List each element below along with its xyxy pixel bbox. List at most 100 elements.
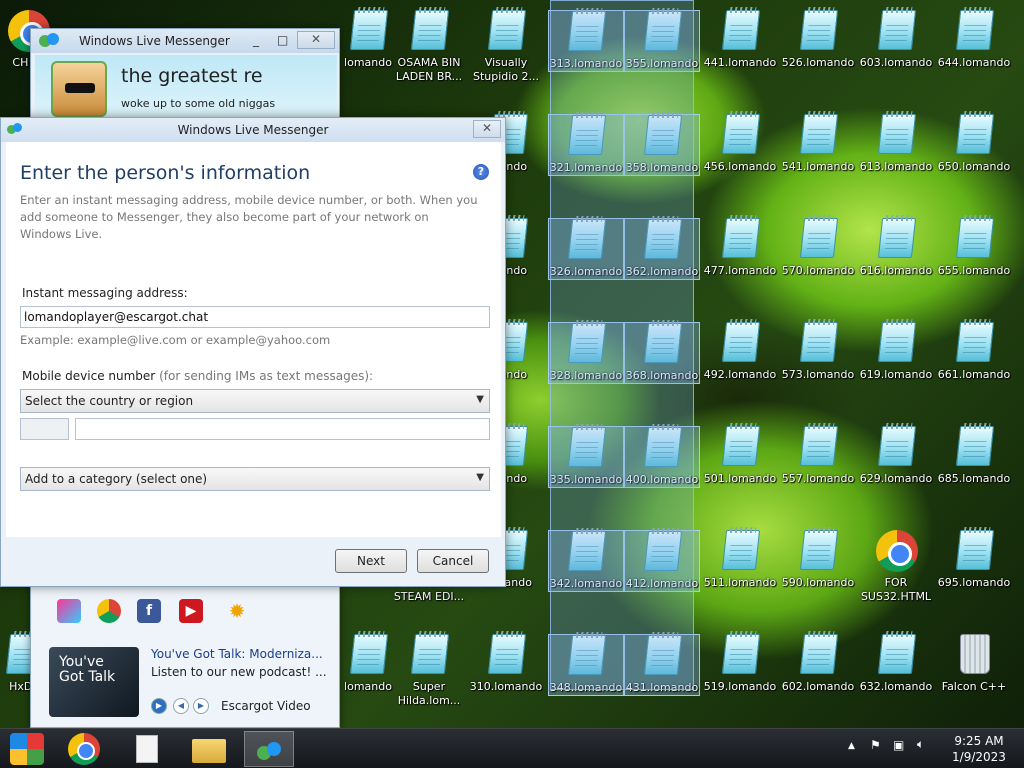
desktop-icon-label: 573.lomando (781, 368, 855, 381)
messenger-logo-icon (39, 33, 69, 49)
country-region-select-value: Select the country or region (25, 394, 194, 408)
desktop-icon[interactable]: 632.lomando (858, 634, 934, 694)
facebook-icon[interactable]: f (137, 599, 161, 623)
document-icon (136, 735, 158, 763)
mobile-number-label-text: Mobile device number (22, 369, 156, 383)
desktop-icon[interactable]: 441.lomando (702, 10, 778, 70)
desktop-icon[interactable]: Falcon C++ (936, 634, 1012, 694)
desktop-icon[interactable]: OSAMA BIN LADEN BR... (391, 10, 467, 84)
clock-time: 9:25 AM (954, 734, 1004, 748)
desktop-icon-label: 526.lomando (781, 56, 855, 69)
taskbar-notepad[interactable] (122, 731, 172, 767)
desktop-icon[interactable]: 661.lomando (936, 322, 1012, 382)
maximize-button[interactable]: □ (277, 33, 288, 47)
dialog-intro-text: Enter an instant messaging address, mobi… (20, 193, 478, 241)
desktop-icon[interactable]: 685.lomando (936, 426, 1012, 486)
taskbar-explorer[interactable] (184, 731, 234, 767)
desktop-icon-label: 616.lomando (859, 264, 933, 277)
notepad-icon (720, 426, 761, 468)
next-icon[interactable]: ▶ (193, 698, 209, 714)
notepad-icon (876, 10, 917, 52)
desktop-icon[interactable]: 501.lomando (702, 426, 778, 486)
desktop-icon[interactable]: Super Hilda.lom... (391, 634, 467, 708)
show-hidden-icons-button[interactable]: ▲ (848, 741, 855, 751)
notepad-icon (876, 426, 917, 468)
notepad-icon (798, 634, 839, 676)
desktop-icon[interactable]: 655.lomando (936, 218, 1012, 278)
desktop-icon[interactable]: 619.lomando (858, 322, 934, 382)
start-button[interactable] (10, 733, 44, 765)
desktop-icon[interactable]: 310.lomando (468, 634, 544, 694)
news-title-link[interactable]: You've Got Talk: Moderniza... (151, 647, 323, 661)
butterfly-icon[interactable] (57, 599, 81, 623)
desktop-icon[interactable]: 629.lomando (858, 426, 934, 486)
notepad-icon (876, 114, 917, 156)
notepad-icon (409, 634, 450, 676)
desktop-icon[interactable]: 526.lomando (780, 10, 856, 70)
desktop-icon[interactable]: 603.lomando (858, 10, 934, 70)
desktop-icon[interactable]: FOR SUS32.HTML (858, 530, 934, 604)
news-thumbnail[interactable]: You've Got Talk (49, 647, 139, 717)
messenger-main-titlebar[interactable]: Windows Live Messenger _ □ ✕ (31, 29, 339, 53)
notepad-icon (876, 218, 917, 260)
notepad-icon (720, 530, 761, 572)
desktop-icon[interactable]: 613.lomando (858, 114, 934, 174)
desktop-icon[interactable]: 477.lomando (702, 218, 778, 278)
display-name[interactable]: the greatest re (121, 65, 263, 87)
mobile-number-input[interactable] (75, 418, 490, 440)
notepad-icon (409, 10, 450, 52)
desktop-icon[interactable]: Visually Stupidio 2... (468, 10, 544, 84)
desktop-icon-label: 477.lomando (703, 264, 777, 277)
services-panel: f ▶ ✹ You've Got Talk You've Got Talk: M… (31, 587, 339, 727)
avatar[interactable] (51, 61, 107, 117)
desktop-icon[interactable]: 650.lomando (936, 114, 1012, 174)
desktop-icon-label: 310.lomando (469, 680, 543, 693)
next-button[interactable]: Next (335, 549, 407, 573)
dialog-titlebar[interactable]: Windows Live Messenger ✕ (1, 118, 505, 142)
cancel-button[interactable]: Cancel (417, 549, 489, 573)
desktop-icon[interactable]: 695.lomando (936, 530, 1012, 590)
clock[interactable]: 9:25 AM 1/9/2023 (940, 733, 1018, 765)
desktop-icon[interactable]: 519.lomando (702, 634, 778, 694)
play-icon[interactable]: ▶ (151, 698, 167, 714)
desktop-icon[interactable]: 456.lomando (702, 114, 778, 174)
desktop-icon[interactable]: 602.lomando (780, 634, 856, 694)
flag-icon[interactable]: ⚑ (870, 738, 881, 752)
recycle-bin-icon (954, 634, 994, 676)
news-source[interactable]: Escargot Video (221, 699, 311, 713)
volume-icon[interactable]: 🔈︎ (917, 737, 924, 752)
desktop-icon[interactable]: 511.lomando (702, 530, 778, 590)
network-icon[interactable]: ▣ (893, 738, 904, 752)
minimize-button[interactable]: _ (253, 33, 259, 47)
taskbar-messenger[interactable] (244, 731, 294, 767)
desktop-icon[interactable]: 557.lomando (780, 426, 856, 486)
dialog-close-button[interactable]: ✕ (473, 120, 501, 138)
add-contact-dialog[interactable]: Windows Live Messenger ✕ Enter the perso… (0, 117, 506, 587)
status-message[interactable]: woke up to some old niggas (121, 97, 275, 110)
desktop-icon-label: 695.lomando (937, 576, 1011, 589)
youtube-icon[interactable]: ▶ (179, 599, 203, 623)
chrome-icon[interactable] (97, 599, 121, 623)
sun-icon[interactable]: ✹ (225, 599, 249, 623)
desktop-icon[interactable]: 616.lomando (858, 218, 934, 278)
notepad-icon (954, 218, 995, 260)
notepad-icon (798, 426, 839, 468)
desktop-icon[interactable]: 570.lomando (780, 218, 856, 278)
notepad-icon (720, 634, 761, 676)
notepad-icon (486, 634, 527, 676)
desktop-icon[interactable]: 541.lomando (780, 114, 856, 174)
desktop-icon[interactable]: 590.lomando (780, 530, 856, 590)
desktop-icon[interactable]: 573.lomando (780, 322, 856, 382)
help-icon[interactable]: ? (473, 164, 489, 180)
taskbar-chrome[interactable] (60, 731, 110, 767)
im-address-input[interactable]: lomandoplayer@escargot.chat (20, 306, 490, 328)
category-select[interactable]: Add to a category (select one) ▼ (20, 467, 490, 491)
previous-icon[interactable]: ◀ (173, 698, 189, 714)
country-region-select[interactable]: Select the country or region ▼ (20, 389, 490, 413)
desktop-icon-label: 661.lomando (937, 368, 1011, 381)
desktop-icon[interactable]: 644.lomando (936, 10, 1012, 70)
desktop-icon[interactable]: 492.lomando (702, 322, 778, 382)
close-button[interactable]: ✕ (297, 31, 335, 49)
desktop-icon-label: Super Hilda.lom... (397, 680, 461, 707)
desktop-icon-label: 655.lomando (937, 264, 1011, 277)
